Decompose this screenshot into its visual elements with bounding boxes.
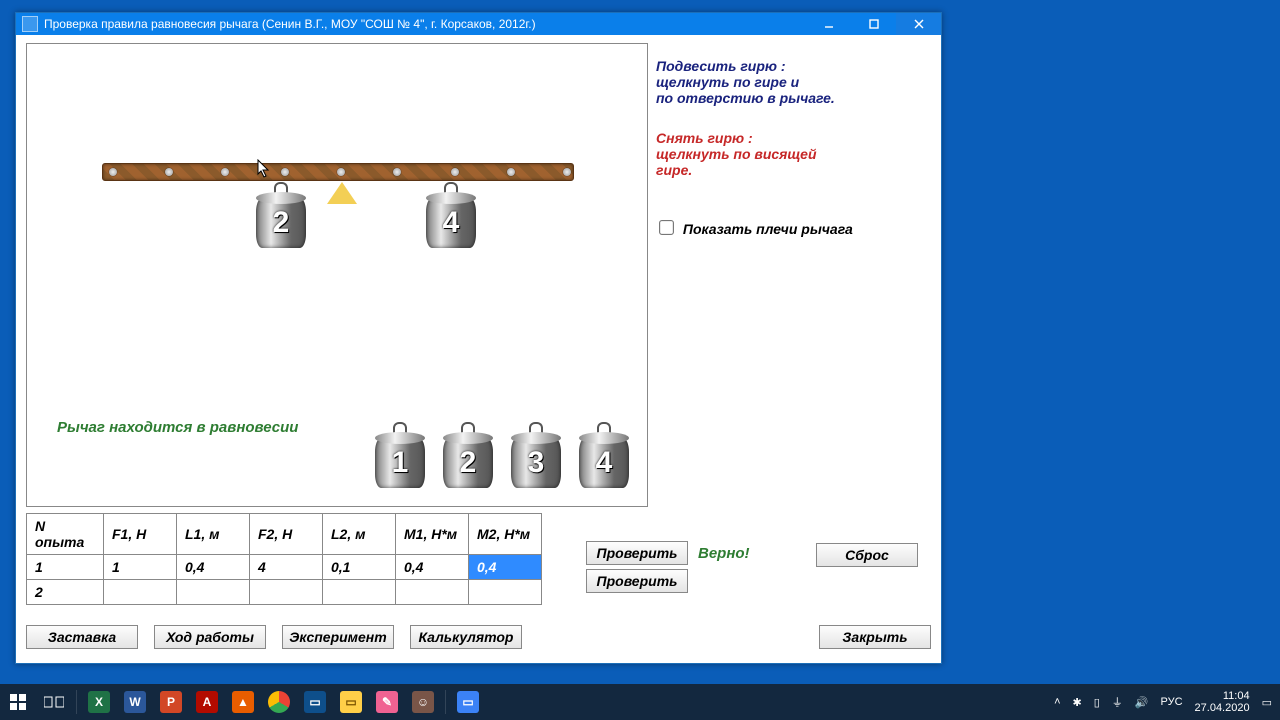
paint-icon[interactable]: ✎ [369,684,405,720]
window-title: Проверка правила равновесия рычага (Сени… [44,17,806,31]
start-button[interactable] [0,684,36,720]
verdict-text: Верно! [698,545,750,562]
excel-icon[interactable]: X [81,684,117,720]
table-header: F2, Н [250,514,323,555]
minimize-button[interactable] [806,13,851,35]
files-icon[interactable]: ▭ [297,684,333,720]
app-window: Проверка правила равновесия рычага (Сени… [15,12,942,664]
taskbar[interactable]: X W P A ▲ ▭ ▭ ✎ ☺ ▭ ˄ ✱ ▯ ⏚ 🔊 РУС 11:04 … [0,684,1280,720]
lever-hole[interactable] [337,168,345,176]
table-header: N опыта [27,514,104,555]
palette-weight-3[interactable]: 3 [511,422,561,488]
reset-button[interactable]: Сброс [816,543,918,567]
lever-hole[interactable] [507,168,515,176]
show-arms-checkbox[interactable]: Показать плечи рычага [656,218,916,237]
table-header: M1, Н*м [396,514,469,555]
teams-icon[interactable]: ▭ [450,684,486,720]
word-icon[interactable]: W [117,684,153,720]
clock[interactable]: 11:04 27.04.2020 [1195,690,1250,714]
maximize-button[interactable] [851,13,896,35]
battery-icon[interactable]: ▯ [1094,696,1100,709]
lever-hole[interactable] [165,168,173,176]
lever-hole[interactable] [281,168,289,176]
equilibrium-status: Рычаг находится в равновесии [57,419,298,436]
hang-instruction: Подвесить гирю : щелкнуть по гире и по о… [656,58,916,106]
wifi-icon[interactable]: ⏚ [1112,694,1123,710]
lever-hole[interactable] [393,168,401,176]
fulcrum-icon [327,182,357,204]
language-indicator[interactable]: РУС [1161,696,1183,708]
table-header: L1, м [177,514,250,555]
table-header: M2, Н*м [469,514,542,555]
bluetooth-icon[interactable]: ✱ [1073,696,1082,709]
simulation-canvas[interactable]: 24 Рычаг находится в равновесии 1234 [26,43,648,507]
title-bar[interactable]: Проверка правила равновесия рычага (Сени… [16,13,941,35]
table-header: L2, м [323,514,396,555]
vlc-icon[interactable]: ▲ [225,684,261,720]
task-view-icon[interactable] [36,684,72,720]
experiment-button[interactable]: Эксперимент [282,625,394,649]
lever-hole[interactable] [109,168,117,176]
table-row[interactable]: 2 [27,580,542,605]
photo-icon[interactable]: ☺ [405,684,441,720]
check-button-row1[interactable]: Проверить [586,541,688,565]
lever-hole[interactable] [221,168,229,176]
check-button-row2[interactable]: Проверить [586,569,688,593]
volume-icon[interactable]: 🔊 [1135,696,1149,709]
palette-weight-1[interactable]: 1 [375,422,425,488]
palette-weight-2[interactable]: 2 [443,422,493,488]
results-table[interactable]: N опытаF1, НL1, мF2, НL2, мM1, Н*мM2, Н*… [26,513,542,605]
splash-button[interactable]: Заставка [26,625,138,649]
lever-hole[interactable] [563,168,571,176]
palette-weight-4[interactable]: 4 [579,422,629,488]
acrobat-icon[interactable]: A [189,684,225,720]
calculator-button[interactable]: Калькулятор [410,625,522,649]
notifications-icon[interactable]: ▭ [1262,696,1272,709]
show-arms-input[interactable] [659,220,674,235]
remove-instruction: Снять гирю : щелкнуть по висящей гире. [656,130,916,178]
table-header: F1, Н [104,514,177,555]
hanging-weight-2[interactable]: 2 [256,182,306,248]
lever-bar[interactable] [102,163,574,181]
procedure-button[interactable]: Ход работы [154,625,266,649]
chrome-icon[interactable] [261,684,297,720]
table-row[interactable]: 110,440,10,40,4 [27,555,542,580]
powerpoint-icon[interactable]: P [153,684,189,720]
close-button[interactable] [896,13,941,35]
explorer-icon[interactable]: ▭ [333,684,369,720]
lever-hole[interactable] [451,168,459,176]
hanging-weight-4[interactable]: 4 [426,182,476,248]
close-app-button[interactable]: Закрыть [819,625,931,649]
tray-chevron-icon[interactable]: ˄ [1054,696,1060,708]
app-icon [22,16,38,32]
